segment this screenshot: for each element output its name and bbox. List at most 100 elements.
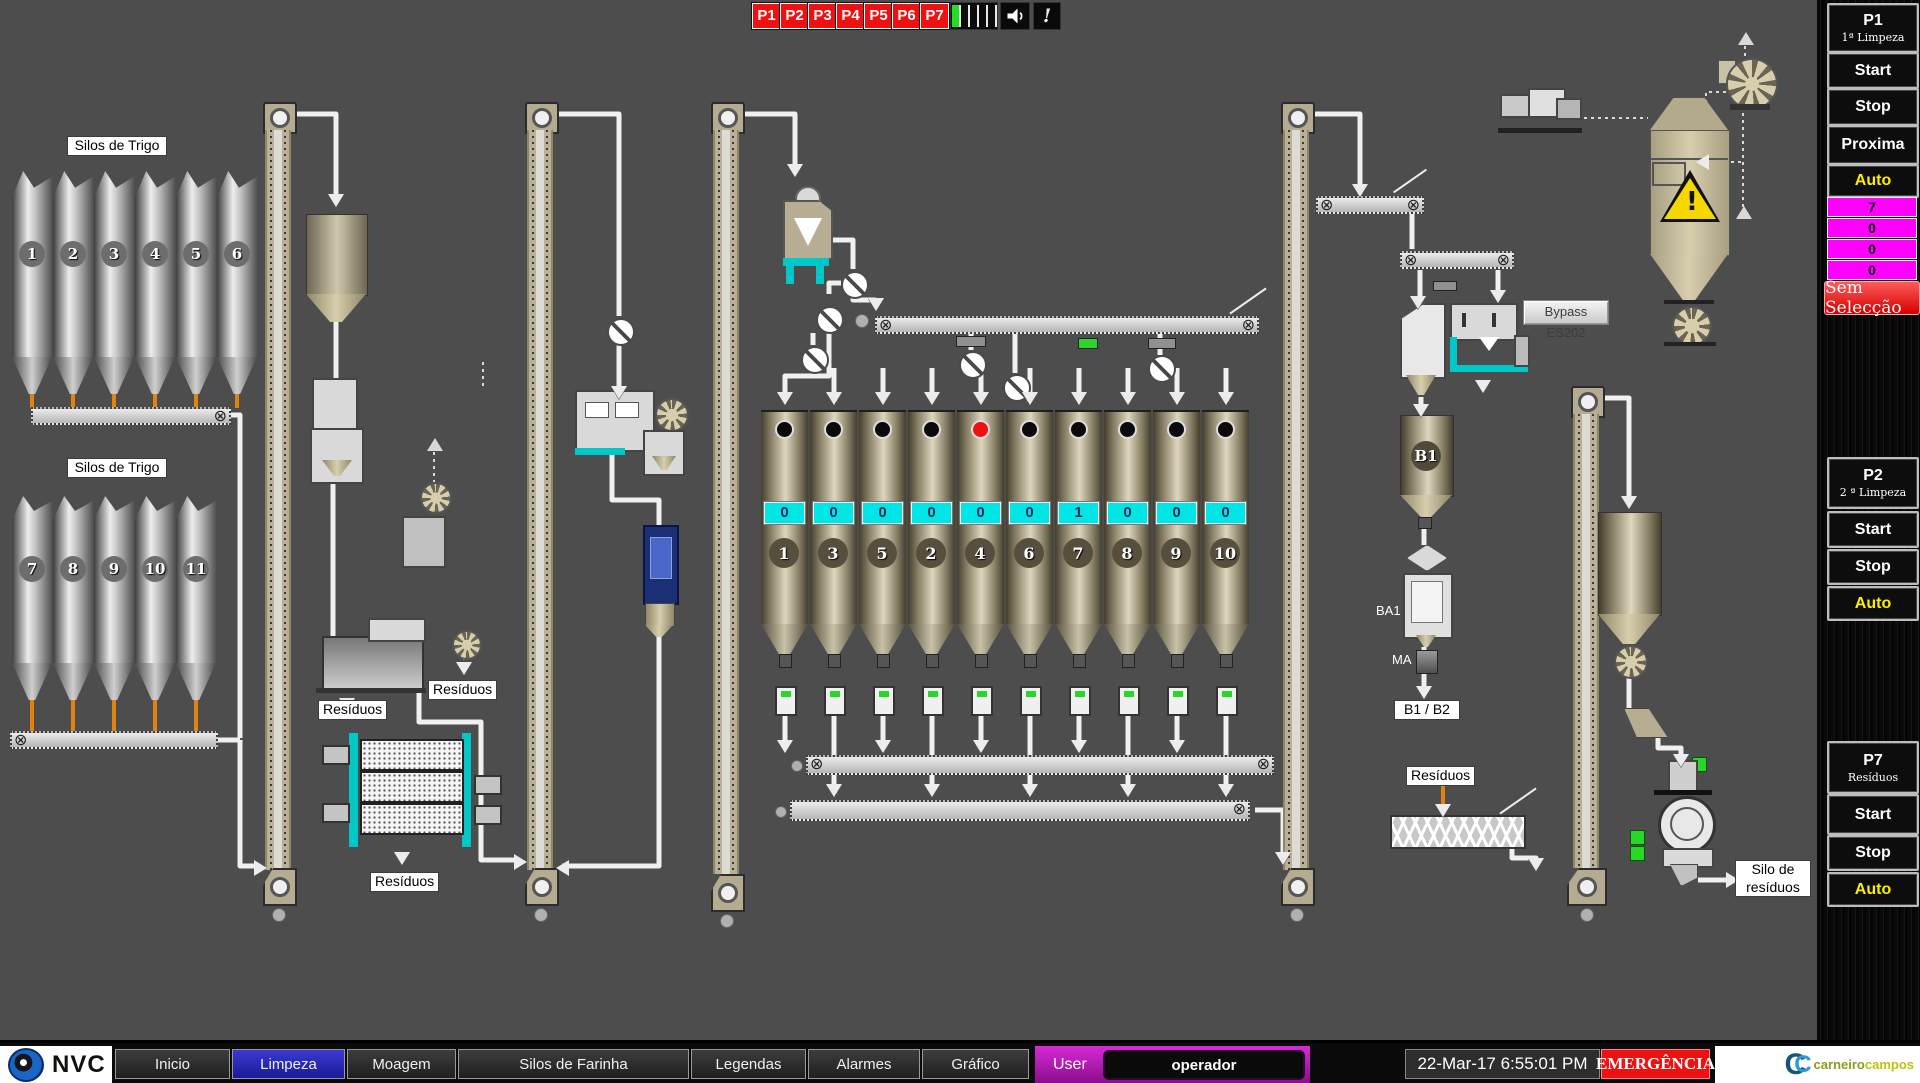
p7-stop-button[interactable]: Stop (1827, 835, 1919, 871)
discharge-gate (971, 686, 993, 716)
alarm-page-p5-button[interactable]: P5 (864, 3, 893, 29)
diverter-valve (816, 306, 844, 334)
bin-inlet-arrow (1120, 392, 1136, 405)
alarm-page-p1-button[interactable]: P1 (752, 3, 781, 29)
nav-alarmes[interactable]: Alarmes (808, 1049, 920, 1079)
bin-outlet (877, 654, 890, 668)
p2-stop-button[interactable]: Stop (1827, 549, 1919, 585)
p1-auto-button[interactable]: Auto (1827, 164, 1919, 198)
alarm-page-p2-button[interactable]: P2 (780, 3, 809, 29)
nav-legendas[interactable]: Legendas (691, 1049, 806, 1079)
meter-segment-on (952, 5, 961, 27)
p1-proxima-button[interactable]: Proxima (1827, 125, 1919, 165)
p1-start-button[interactable]: Start (1827, 52, 1919, 89)
destoner-top (1450, 303, 1518, 341)
p7-page-button[interactable]: P7 Resíduos (1827, 741, 1919, 794)
bin-number: 8 (1112, 538, 1142, 568)
residuos-label-1: Resíduos (318, 700, 387, 720)
silo-residuos-label: Silo de resíduos (1735, 860, 1811, 897)
tempering-bin-5[interactable]: 05 (859, 410, 906, 624)
nvc-logo-panel: NVC (0, 1046, 112, 1083)
discharge-gate (775, 686, 797, 716)
conveyor-drive-icon: ⊗ (1404, 250, 1417, 269)
horn-button[interactable] (1000, 2, 1030, 30)
flow-arrow (1022, 784, 1038, 797)
tempering-bin-8[interactable]: 08 (1104, 410, 1151, 624)
compressor-part (1556, 98, 1582, 120)
p7-start-button[interactable]: Start (1827, 794, 1919, 835)
filter-seam (1650, 158, 1728, 160)
silo-7[interactable]: 7 (12, 496, 52, 663)
conveyor-drive-icon: ⊗ (1242, 315, 1255, 334)
nav-silos-de-farinha[interactable]: Silos de Farinha (458, 1049, 689, 1079)
flow-arrow (868, 298, 884, 311)
machine-funnel (652, 456, 676, 470)
bin-number: 10 (1210, 538, 1240, 568)
air-arrow-up (1738, 32, 1754, 45)
sight-glass (585, 402, 609, 418)
bypass-es202-button[interactable]: Bypass ES202 (1523, 300, 1609, 325)
nav-inicio[interactable]: Inicio (115, 1049, 230, 1079)
bin-number: 3 (818, 538, 848, 568)
p1-stop-button[interactable]: Stop (1827, 88, 1919, 126)
alarm-page-p6-button[interactable]: P6 (892, 3, 921, 29)
tempering-bin-10[interactable]: 010 (1202, 410, 1249, 624)
alarm-page-p3-button[interactable]: P3 (808, 3, 837, 29)
silo-10[interactable]: 10 (135, 496, 175, 663)
residuos-label-3: Resíduos (370, 872, 439, 892)
alarm-ack-button[interactable]: ! (1033, 2, 1061, 30)
tempering-bin-1[interactable]: 01 (761, 410, 808, 624)
bottom-navigation-bar: NVC Inicio Limpeza Moagem Silos de Farin… (0, 1040, 1920, 1083)
nvc-eye-icon (8, 1048, 44, 1082)
silo-8[interactable]: 8 (53, 496, 93, 663)
bin-number: 1 (769, 538, 799, 568)
ba1-tag: BA1 (1376, 603, 1401, 618)
bin-outlet (1220, 654, 1233, 668)
bin-status-light (1167, 420, 1186, 439)
silo-6[interactable]: 6 (217, 171, 257, 357)
diverter-valve (1148, 355, 1176, 383)
emergency-button[interactable]: EMERGÊNCIA (1601, 1049, 1710, 1079)
nav-limpeza[interactable]: Limpeza (232, 1049, 345, 1079)
tempering-bin-6[interactable]: 06 (1006, 410, 1053, 624)
tempering-bin-4[interactable]: 04 (957, 410, 1004, 624)
silo-5[interactable]: 5 (176, 171, 216, 357)
airlock-rotor (1672, 306, 1712, 346)
alarm-page-p7-button[interactable]: P7 (920, 3, 949, 29)
discharge-gate (1167, 686, 1189, 716)
p7-auto-button[interactable]: Auto (1827, 872, 1919, 907)
machine-funnel (322, 460, 352, 476)
conveyor-drive-icon: ⊗ (1320, 195, 1333, 214)
tempering-bin-2[interactable]: 02 (908, 410, 955, 624)
machine-window (650, 537, 672, 579)
bin-number: 9 (1161, 538, 1191, 568)
tempering-bin-3[interactable]: 03 (810, 410, 857, 624)
p2-start-button[interactable]: Start (1827, 511, 1919, 548)
silo-1[interactable]: 1 (12, 171, 52, 357)
silo-11[interactable]: 11 (176, 496, 216, 663)
no-selection-button[interactable]: Sem Selecção (1824, 281, 1920, 315)
flow-arrow (1071, 740, 1087, 753)
p1-page-button[interactable]: P1 1ª Limpeza (1827, 3, 1919, 53)
bin-number: 5 (867, 538, 897, 568)
silo-2[interactable]: 2 (53, 171, 93, 357)
tempering-bin-9[interactable]: 09 (1153, 410, 1200, 624)
silo-4[interactable]: 4 (135, 171, 175, 357)
flow-arrow (1413, 404, 1429, 417)
elevator-2 (527, 130, 553, 870)
p2-page-button[interactable]: P2 2 ª Limpeza (1827, 457, 1919, 509)
user-label: User (1053, 1056, 1087, 1074)
silo-3[interactable]: 3 (94, 171, 134, 357)
operator-button[interactable]: operador (1103, 1050, 1305, 1080)
alarm-page-p4-button[interactable]: P4 (836, 3, 865, 29)
plansifter-screen (360, 803, 464, 835)
nav-grafico[interactable]: Gráfico (922, 1049, 1029, 1079)
tempering-bin-7[interactable]: 17 (1055, 410, 1102, 624)
nav-moagem[interactable]: Moagem (347, 1049, 456, 1079)
motor-icon (474, 775, 502, 795)
silo-9[interactable]: 9 (94, 496, 134, 663)
p2-auto-button[interactable]: Auto (1827, 586, 1919, 621)
roller-mill (322, 636, 424, 692)
slide-gate (1148, 338, 1176, 349)
flow-arrow (1416, 686, 1432, 699)
